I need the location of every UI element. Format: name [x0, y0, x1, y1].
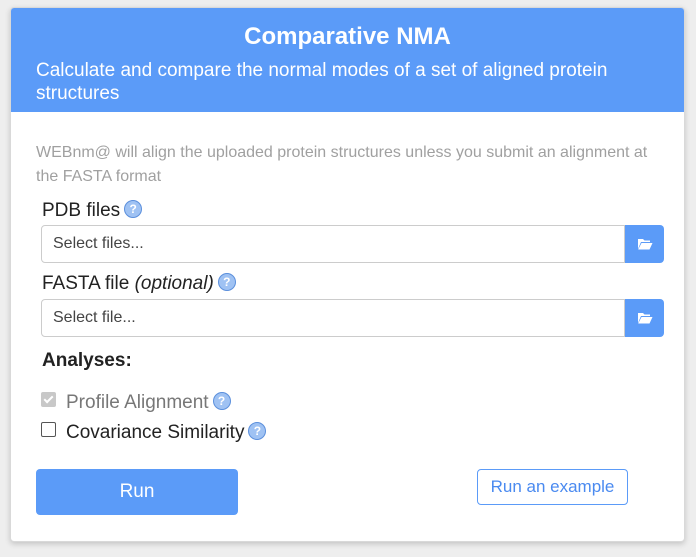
pdb-help-icon[interactable]: ? [124, 200, 143, 218]
fasta-file-label-text: FASTA file [42, 273, 130, 294]
pdb-files-label-text: PDB files [42, 200, 121, 221]
profile-alignment-label: Profile Alignment [66, 392, 209, 413]
covariance-similarity-help-icon[interactable]: ? [248, 422, 267, 440]
folder-open-icon [638, 239, 653, 250]
profile-alignment-help-icon[interactable]: ? [212, 392, 231, 410]
fasta-file-row: Select file... [41, 299, 664, 337]
fasta-help-icon[interactable]: ? [217, 273, 236, 291]
analyses-heading: Analyses: [42, 350, 132, 371]
analysis-option-profile-alignment: Profile Alignment? [41, 392, 231, 414]
folder-open-icon [638, 313, 653, 324]
pdb-browse-button[interactable] [625, 225, 664, 263]
intro-text: WEBnm@ will align the uploaded protein s… [36, 144, 648, 185]
comparative-nma-card: Comparative NMA Calculate and compare th… [10, 7, 685, 542]
page-title: Comparative NMA [244, 23, 451, 50]
run-example-button[interactable]: Run an example [477, 469, 628, 505]
page-subtitle: Calculate and compare the normal modes o… [36, 60, 608, 104]
fasta-file-label: FASTA file (optional)? [42, 273, 236, 295]
covariance-similarity-checkbox[interactable] [41, 422, 56, 437]
analysis-option-covariance-similarity: Covariance Similarity? [41, 422, 267, 444]
pdb-files-input[interactable]: Select files... [41, 225, 625, 263]
run-button[interactable]: Run [36, 469, 238, 515]
profile-alignment-checkbox [41, 392, 56, 407]
pdb-files-label: PDB files? [42, 200, 143, 222]
card-header: Comparative NMA Calculate and compare th… [11, 8, 684, 112]
fasta-optional-label: (optional) [134, 273, 214, 294]
fasta-file-input[interactable]: Select file... [41, 299, 625, 337]
covariance-similarity-label[interactable]: Covariance Similarity [66, 422, 244, 443]
fasta-browse-button[interactable] [625, 299, 664, 337]
pdb-file-row: Select files... [41, 225, 664, 263]
